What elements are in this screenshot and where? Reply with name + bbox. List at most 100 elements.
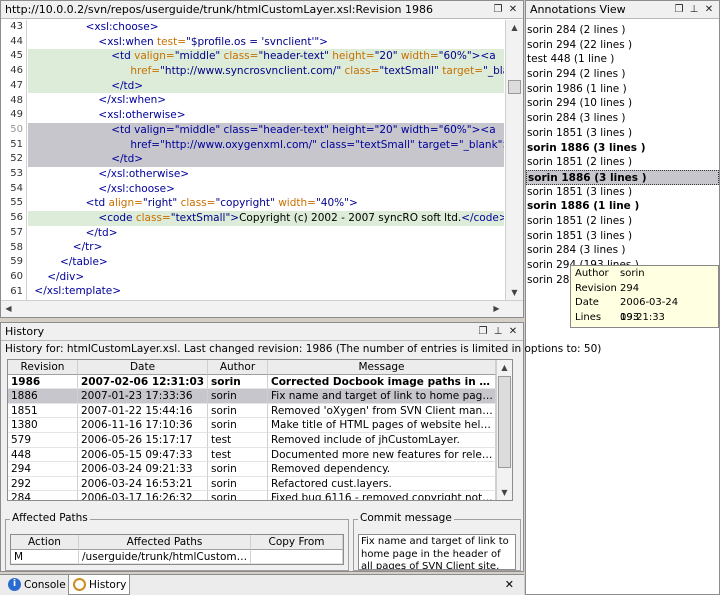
- history-table[interactable]: Revision Date Author Message 1986 2007-02…: [7, 359, 513, 501]
- code-line[interactable]: </xsl:otherwise>: [28, 167, 504, 182]
- annotation-item[interactable]: sorin 1851 (3 lines ): [526, 229, 719, 244]
- code-line[interactable]: <code class="textSmall">Copyright (c) 20…: [28, 210, 504, 226]
- annotation-item[interactable]: sorin 1851 (3 lines ): [526, 126, 719, 141]
- table-row[interactable]: 294 2006-03-24 09:21:33 sorin Removed depen…: [8, 462, 512, 477]
- affected-paths-table[interactable]: Action Affected Paths Copy From M /userg…: [10, 534, 344, 566]
- revision-cell: 579: [8, 432, 78, 448]
- history-vertical-scrollbar[interactable]: ▲ ▼: [496, 360, 512, 500]
- editor-vertical-scrollbar[interactable]: ▲ ▼: [505, 20, 523, 300]
- code-line[interactable]: </td>: [28, 226, 504, 241]
- annotation-item[interactable]: sorin 294 (22 lines ): [526, 38, 719, 53]
- code-token: "header-text": [258, 50, 333, 63]
- affected-path: /userguide/trunk/htmlCustomLayer.xsl: [79, 549, 251, 565]
- code-line[interactable]: <td align="right" class="copyright" widt…: [28, 196, 504, 211]
- scroll-right-icon[interactable]: ▶: [489, 301, 504, 316]
- revision-cell: 1380: [8, 418, 78, 433]
- annotation-item[interactable]: sorin 1886 (3 lines ): [526, 141, 719, 156]
- code-line[interactable]: href="http://www.oxygenxml.com/" class="…: [28, 137, 504, 153]
- code-token: "40%": [315, 197, 349, 210]
- close-icon[interactable]: ✕: [703, 4, 715, 15]
- annotation-item[interactable]: sorin 1851 (2 lines ): [526, 214, 719, 229]
- code-line[interactable]: </td>: [28, 152, 504, 167]
- code-area[interactable]: <xsl:choose> <xsl:when test="$profile.os …: [28, 20, 504, 300]
- pin-icon[interactable]: ⊥: [492, 326, 504, 337]
- annotation-item[interactable]: sorin 1851 (3 lines ): [526, 185, 719, 200]
- annotation-item[interactable]: test 448 (1 line ): [526, 52, 719, 67]
- commit-message-text[interactable]: Fix name and target of link to home page…: [358, 534, 516, 570]
- scroll-up-icon[interactable]: ▲: [507, 20, 522, 35]
- affected-paths-legend: Affected Paths: [10, 512, 90, 524]
- scroll-down-icon[interactable]: ▼: [507, 285, 522, 300]
- code-line[interactable]: <td valign="middle" class="header-text" …: [28, 49, 504, 65]
- code-token: align=: [108, 197, 143, 210]
- code-line[interactable]: </xsl:template>: [28, 284, 504, 299]
- annotation-item[interactable]: sorin 1986 (1 line ): [526, 82, 719, 97]
- table-row[interactable]: 284 2006-03-17 16:26:32 sorin Fixed bug 611…: [8, 491, 512, 500]
- table-row[interactable]: 1380 2006-11-16 17:10:36 sorin Make title o…: [8, 418, 512, 433]
- revision-cell: 1886: [8, 389, 78, 404]
- column-header-date[interactable]: Date: [78, 360, 208, 375]
- annotations-list[interactable]: sorin 284 (2 lines ) sorin 294 (22 lines …: [526, 23, 719, 287]
- restore-icon[interactable]: ❐: [673, 4, 685, 15]
- annotation-tooltip: Author sorin Revision 294 Date 2006-03-24 0…: [570, 265, 719, 328]
- table-row[interactable]: 579 2006-05-26 15:17:17 test Removed includ…: [8, 432, 512, 448]
- code-token: <xsl:choose>: [85, 21, 159, 33]
- annotation-item[interactable]: sorin 1851 (2 lines ): [526, 155, 719, 170]
- annotation-item[interactable]: sorin 284 (3 lines ): [526, 243, 719, 258]
- scroll-thumb[interactable]: [508, 80, 521, 94]
- column-header-copy-from[interactable]: Copy From: [251, 535, 343, 550]
- table-row[interactable]: 1986 2007-02-06 12:31:03 sorin Corrected Do…: [8, 374, 512, 390]
- code-line[interactable]: <xsl:when test="$profile.os = 'svnclient…: [28, 35, 504, 50]
- code-line[interactable]: <xsl:choose>: [28, 20, 504, 35]
- code-token: "textSmall": [379, 65, 443, 78]
- table-row[interactable]: 1886 2007-01-23 17:33:36 sorin Fix name and…: [8, 389, 512, 404]
- code-line[interactable]: <td valign="middle" class="header-text" …: [28, 122, 504, 138]
- history-icon: [73, 578, 86, 591]
- pin-icon[interactable]: ⊥: [688, 4, 700, 15]
- annotation-item[interactable]: sorin 294 (2 lines ): [526, 67, 719, 82]
- restore-icon[interactable]: ❐: [492, 4, 504, 15]
- line-number: 58: [10, 241, 23, 253]
- annotation-item[interactable]: sorin 294 (10 lines ): [526, 96, 719, 111]
- code-line[interactable]: </table>: [28, 255, 504, 270]
- close-icon[interactable]: ✕: [507, 326, 519, 337]
- table-row[interactable]: 292 2006-03-24 16:53:21 sorin Refactored cu…: [8, 476, 512, 492]
- scroll-left-icon[interactable]: ◀: [1, 301, 16, 316]
- code-token: <td valign="middle" class="header-text" …: [111, 123, 496, 136]
- code-line[interactable]: </xsl:when>: [28, 93, 504, 108]
- column-header-message[interactable]: Message: [268, 360, 496, 375]
- close-icon[interactable]: ✕: [505, 578, 514, 591]
- annotation-item[interactable]: sorin 1886 (3 lines ): [526, 169, 719, 185]
- tab-history[interactable]: History: [68, 575, 130, 595]
- revision-cell: 292: [8, 476, 78, 492]
- column-header-action[interactable]: Action: [11, 535, 79, 550]
- code-line[interactable]: </div>: [28, 270, 504, 285]
- table-row[interactable]: M /userguide/trunk/htmlCustomLayer.xsl: [11, 549, 343, 565]
- editor-horizontal-scrollbar[interactable]: ◀ ▶: [1, 300, 523, 317]
- code-line[interactable]: </td>: [28, 78, 504, 94]
- annotation-item[interactable]: sorin 284 (2 lines ): [526, 23, 719, 38]
- restore-icon[interactable]: ❐: [477, 326, 489, 337]
- close-icon[interactable]: ✕: [507, 4, 519, 15]
- annotation-item[interactable]: sorin 1886 (1 line ): [526, 199, 719, 214]
- history-panel: History ❐ ⊥ ✕ History for: htmlCustomLay…: [0, 322, 601, 572]
- code-line[interactable]: href="http://www.syncrosvnclient.com/" c…: [28, 64, 504, 79]
- code-token: </xsl:choose>: [98, 182, 175, 195]
- annotations-titlebar: Annotations View ❐ ⊥ ✕: [526, 1, 719, 19]
- annotation-item[interactable]: sorin 284 (3 lines ): [526, 111, 719, 126]
- scroll-thumb[interactable]: [498, 376, 511, 468]
- scroll-up-icon[interactable]: ▲: [497, 360, 512, 375]
- revision-cell: 1851: [8, 403, 78, 419]
- affected-paths-group: Affected Paths Action Affected Paths Cop…: [5, 512, 349, 571]
- code-line[interactable]: </xsl:choose>: [28, 182, 504, 197]
- column-header-revision[interactable]: Revision: [8, 360, 78, 375]
- code-line[interactable]: <xsl:otherwise>: [28, 108, 504, 123]
- code-token: </code>: [461, 211, 504, 224]
- code-line[interactable]: </tr>: [28, 240, 504, 255]
- column-header-author[interactable]: Author: [208, 360, 268, 375]
- scroll-down-icon[interactable]: ▼: [497, 485, 512, 500]
- table-row[interactable]: 448 2006-05-15 09:47:33 test Documented mor…: [8, 447, 512, 463]
- tab-console[interactable]: i Console: [4, 575, 66, 595]
- column-header-affected-paths[interactable]: Affected Paths: [79, 535, 251, 550]
- table-row[interactable]: 1851 2007-01-22 15:44:16 sorin Removed 'oXy…: [8, 403, 512, 419]
